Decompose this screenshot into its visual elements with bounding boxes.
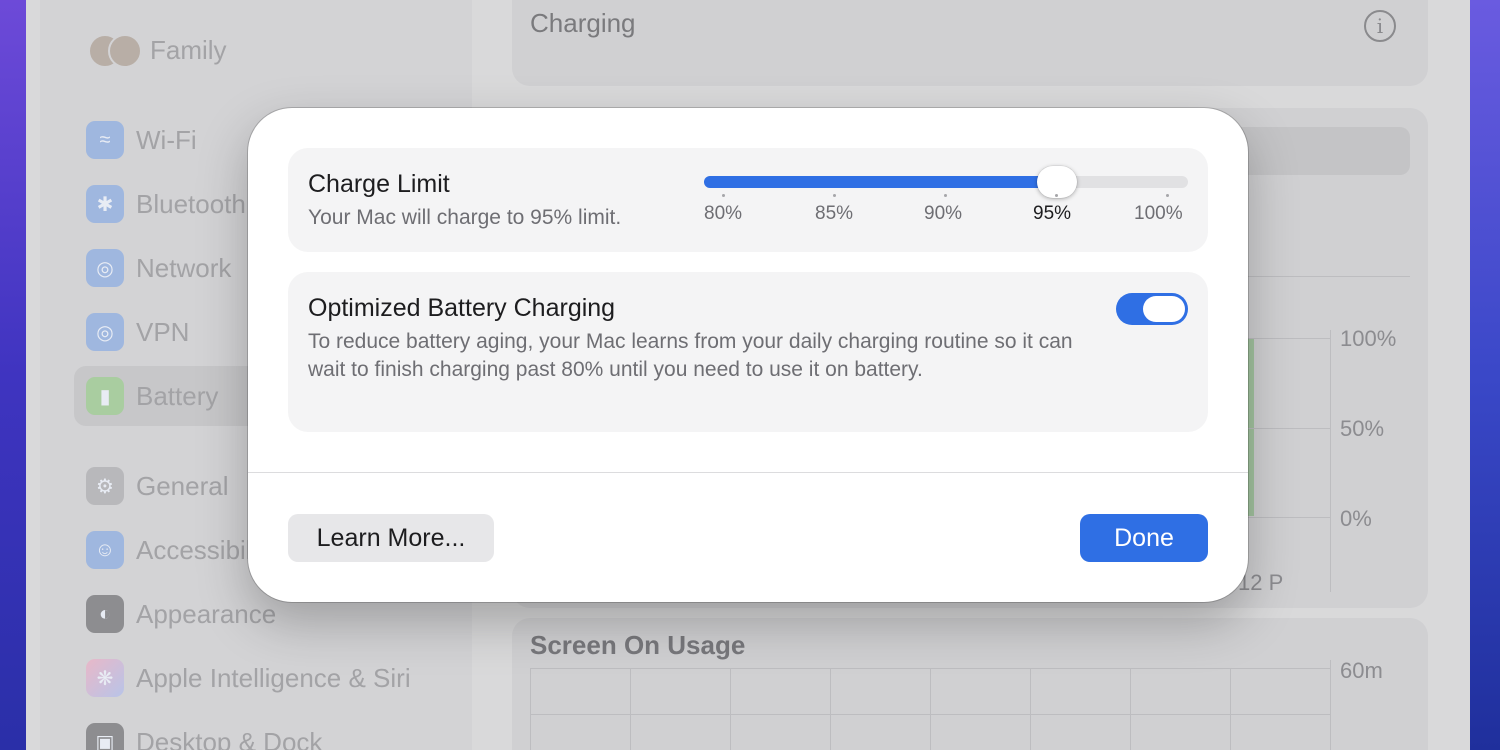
charging-label: Charging — [530, 8, 636, 38]
tick-label-85: 85% — [815, 203, 854, 224]
sidebar-item-desktop-dock[interactable]: ▣ Desktop & Dock — [86, 712, 506, 750]
tick-dot — [944, 194, 947, 197]
chart-vgridline — [1230, 668, 1231, 750]
optimized-charging-title: Optimized Battery Charging — [308, 294, 616, 322]
accessibility-icon: ☺ — [86, 531, 124, 569]
optimized-charging-toggle[interactable] — [1116, 293, 1188, 325]
battery-level-bar — [1248, 338, 1254, 516]
tick-dot — [1055, 194, 1058, 197]
globe-icon: ◎ — [86, 249, 124, 287]
sidebar-item-label: Family — [150, 34, 227, 65]
chart-vgridline — [630, 668, 631, 750]
tick-label-90: 90% — [924, 203, 963, 224]
axis-label-50: 50% — [1340, 416, 1385, 441]
charging-card: Charging i — [512, 0, 1428, 86]
slider-fill — [704, 176, 1061, 188]
appearance-icon: ◐ — [86, 595, 124, 633]
chart-vgridline — [1130, 668, 1131, 750]
sidebar-item-label: VPN — [136, 316, 190, 347]
vpn-globe-icon: ◎ — [86, 313, 124, 351]
battery-icon: ▮ — [86, 377, 124, 415]
chart-gridline — [1240, 428, 1330, 429]
chart-vgridline — [1330, 330, 1331, 592]
sheet-divider — [248, 472, 1248, 473]
wallpaper-left — [0, 0, 26, 750]
charge-limit-slider[interactable] — [704, 176, 1188, 188]
tick-label-95: 95% — [1033, 203, 1072, 224]
sidebar-item-family[interactable]: Family — [88, 20, 508, 80]
sidebar-item-battery[interactable]: ▮ Battery — [74, 366, 274, 426]
sidebar-item-siri[interactable]: ❋ Apple Intelligence & Siri — [86, 648, 506, 708]
sidebar-item-label: Appearance — [136, 598, 277, 629]
chart-vgridline — [930, 668, 931, 750]
sidebar-item-label: Network — [136, 252, 232, 283]
chart-vgridline — [530, 668, 531, 750]
charge-limit-subtitle: Your Mac will charge to 95% limit. — [308, 206, 622, 229]
dock-icon: ▣ — [86, 723, 124, 750]
info-icon[interactable]: i — [1364, 10, 1396, 42]
toggle-knob — [1143, 296, 1185, 322]
sidebar-item-label: Wi-Fi — [136, 124, 197, 155]
chart-vgridline — [1330, 660, 1331, 750]
chart-gridline — [1240, 517, 1330, 518]
tick-dot — [1166, 194, 1169, 197]
sidebar-item-label: Apple Intelligence & Siri — [136, 662, 411, 693]
family-avatars-icon — [88, 30, 142, 70]
sidebar-item-label: Desktop & Dock — [136, 726, 323, 750]
axis-label-0: 0% — [1340, 506, 1372, 531]
optimized-charging-group: Optimized Battery Charging To reduce bat… — [288, 272, 1208, 432]
axis-label-60m: 60m — [1340, 658, 1383, 683]
charge-limit-title: Charge Limit — [308, 170, 450, 198]
charge-limit-group: Charge Limit Your Mac will charge to 95%… — [288, 148, 1208, 252]
done-button[interactable]: Done — [1080, 514, 1208, 562]
learn-more-button[interactable]: Learn More... — [288, 514, 494, 562]
tick-label-80: 80% — [704, 203, 743, 224]
sidebar-item-label: General — [136, 470, 229, 501]
tick-dot — [722, 194, 725, 197]
battery-options-sheet: Charge Limit Your Mac will charge to 95%… — [248, 108, 1248, 602]
tick-label-100: 100% — [1134, 203, 1183, 224]
chart-vgridline — [830, 668, 831, 750]
siri-icon: ❋ — [86, 659, 124, 697]
screen-on-usage-title: Screen On Usage — [530, 630, 746, 660]
gear-icon: ⚙ — [86, 467, 124, 505]
chart-gridline — [1240, 276, 1410, 277]
sidebar-item-label: Bluetooth — [136, 188, 246, 219]
axis-label-100: 100% — [1340, 326, 1397, 351]
sidebar-item-label: Accessibili — [136, 534, 258, 565]
sidebar-item-label: Battery — [136, 380, 219, 411]
wifi-icon: ≈ — [86, 121, 124, 159]
chart-vgridline — [1030, 668, 1031, 750]
tick-dot — [833, 194, 836, 197]
bluetooth-icon: ✱ — [86, 185, 124, 223]
chart-gridline — [1240, 338, 1330, 339]
optimized-charging-description: To reduce battery aging, your Mac learns… — [308, 330, 1073, 381]
chart-vgridline — [730, 668, 731, 750]
